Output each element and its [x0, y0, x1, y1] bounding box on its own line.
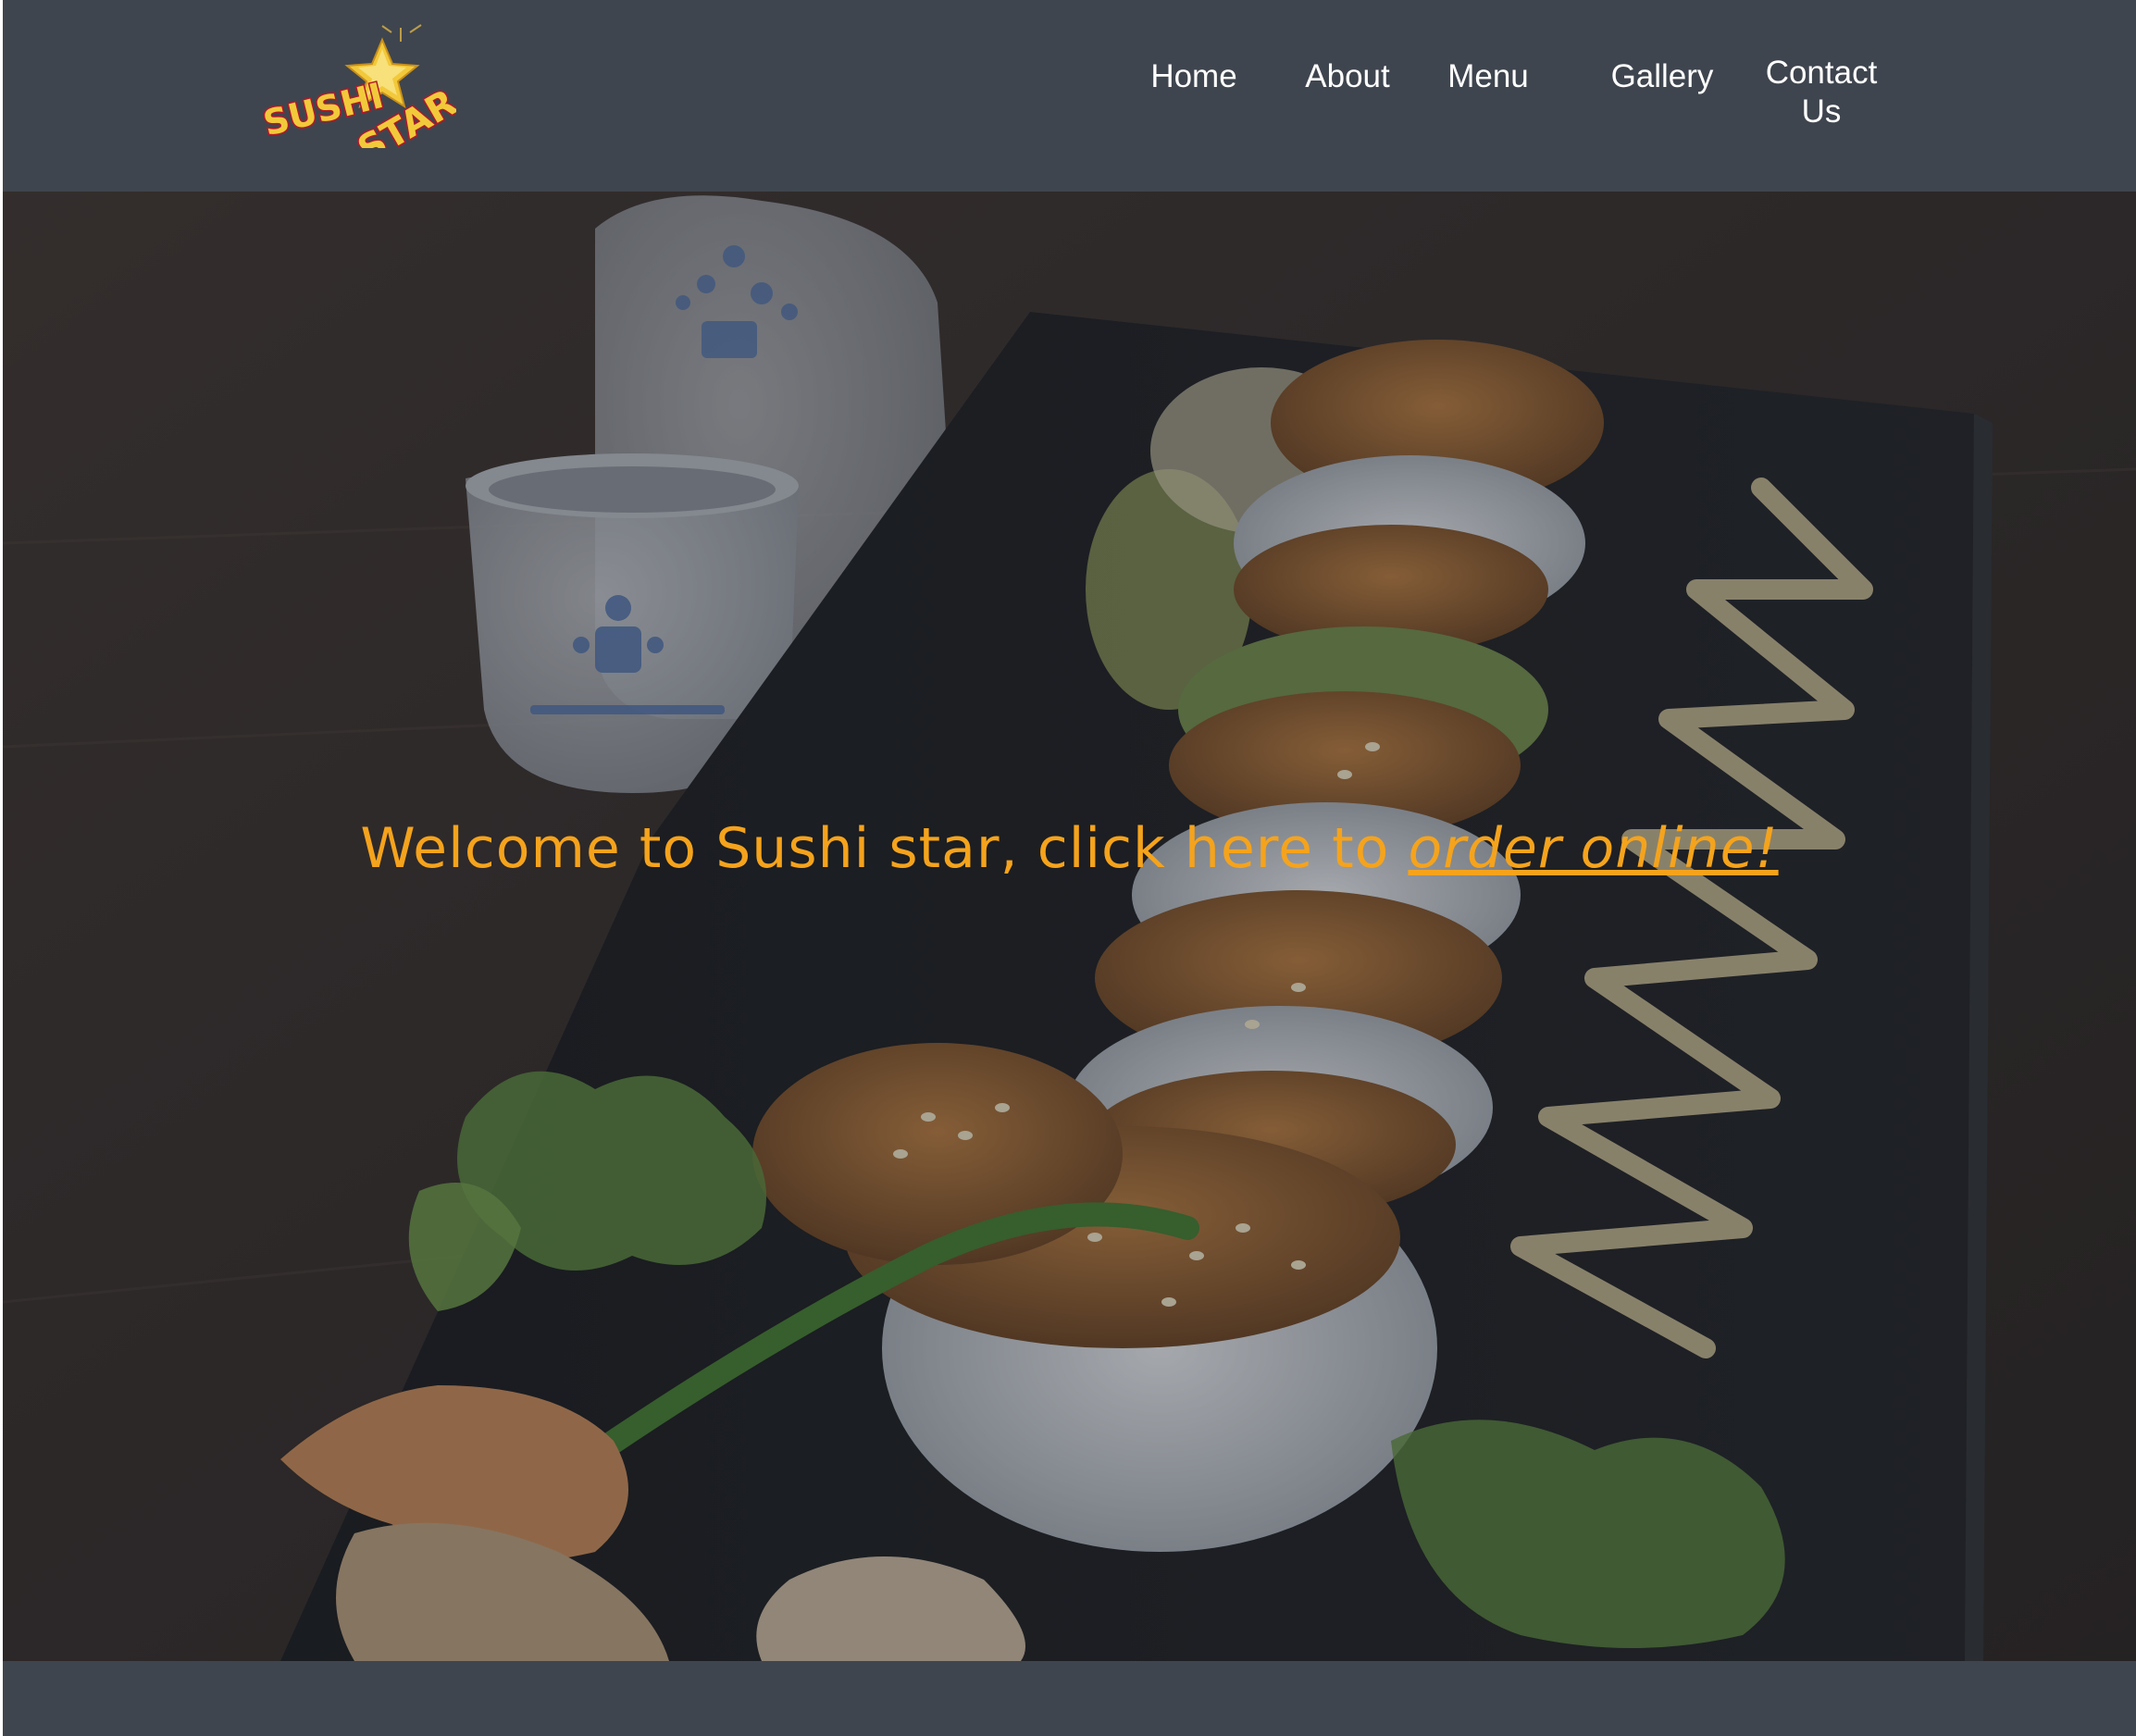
main-nav: Home About Menu Gallery Contact Us [3, 54, 2136, 146]
nav-contact-line1: Contact [1765, 55, 1878, 91]
nav-contact-line2: Us [1801, 93, 1842, 130]
nav-contact-us[interactable]: Contact Us [1752, 54, 1891, 131]
nav-home[interactable]: Home [1134, 57, 1254, 96]
site-header: SUSHI STAR Home About Menu Gallery Conta… [3, 0, 2136, 192]
page: SUSHI STAR Home About Menu Gallery Conta… [3, 0, 2136, 1736]
hero-dark-overlay [3, 192, 2136, 1661]
hero-welcome-text: Welcome to Sushi star, click here to [360, 816, 1409, 881]
hero-banner: Welcome to Sushi star, click here to ord… [3, 192, 2136, 1661]
footer-band [3, 1661, 2136, 1736]
nav-about[interactable]: About [1292, 57, 1403, 96]
order-online-link[interactable]: order online! [1408, 816, 1778, 881]
hero-welcome: Welcome to Sushi star, click here to ord… [3, 812, 2136, 886]
nav-gallery[interactable]: Gallery [1602, 57, 1722, 96]
nav-menu[interactable]: Menu [1437, 57, 1539, 96]
